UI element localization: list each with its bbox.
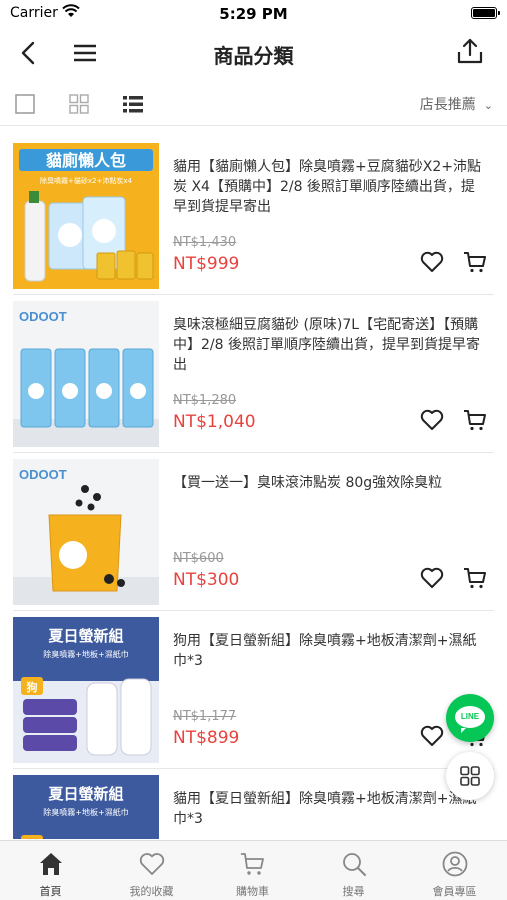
product-name[interactable]: 貓用【夏日螢新組】除臭噴霧+地板清潔劑+濕紙巾*3 [173, 789, 488, 829]
line-label: LINE [460, 712, 480, 721]
sale-price: NT$1,040 [173, 412, 256, 432]
image-tag: 狗 [27, 680, 38, 694]
tab-label: 會員專區 [432, 885, 477, 898]
quick-menu-button[interactable] [446, 752, 494, 800]
battery-icon [471, 7, 500, 19]
grid-view-icon[interactable] [68, 93, 90, 115]
cart-icon[interactable] [462, 407, 488, 433]
product-image[interactable]: 夏日螢新組 除臭噴霧+地板+濕紙巾 狗 [13, 617, 159, 763]
tab-favorites[interactable]: 我的收藏 [101, 841, 202, 900]
image-brand: ODOOT [19, 309, 67, 324]
tab-label: 我的收藏 [129, 885, 174, 898]
tab-label: 購物車 [236, 885, 269, 898]
original-price: NT$1,280 [173, 393, 237, 408]
page-title: 商品分類 [213, 44, 294, 68]
image-subtitle: 除臭噴霧+地板+濕紙巾 [43, 649, 128, 659]
sale-price: NT$999 [173, 254, 240, 274]
user-icon [442, 851, 468, 877]
heart-icon[interactable] [419, 249, 445, 275]
product-image[interactable]: 夏日螢新組 除臭噴霧+地板+濕紙巾 貓 [13, 775, 159, 839]
cart-icon[interactable] [462, 249, 488, 275]
bottom-tab-bar: 首頁 我的收藏 購物車 搜尋 會員專區 [0, 840, 507, 900]
sale-price: NT$300 [173, 570, 240, 590]
product-name[interactable]: 狗用【夏日螢新組】除臭噴霧+地板清潔劑+濕紙巾*3 [173, 631, 488, 671]
list-view-icon[interactable] [122, 93, 144, 115]
cart-icon[interactable] [462, 565, 488, 591]
sale-price: NT$899 [173, 728, 240, 748]
cart-icon [241, 853, 264, 875]
product-name[interactable]: 貓用【貓廁懶人包】除臭噴霧+豆腐貓砂X2+沛點炭 X4【預購中】2/8 後照訂單… [173, 157, 488, 217]
search-icon [343, 853, 366, 876]
image-title: 夏日螢新組 [47, 627, 123, 645]
product-item[interactable]: 貓廁懶人包 除臭噴霧+貓砂x2+沛點炭x4 貓用【貓廁懶人包】除臭噴霧+豆腐貓砂… [0, 127, 507, 295]
home-icon [40, 853, 62, 875]
sort-label: 店長推薦 [419, 97, 476, 113]
tab-member[interactable]: 會員專區 [404, 841, 505, 900]
status-bar: Carrier 5:29 PM [0, 0, 507, 28]
product-item[interactable]: ODOOT 臭味滾極細豆腐貓砂 (原味)7L【宅配寄送】【預購中】2/8 後照訂… [0, 285, 507, 453]
heart-icon[interactable] [419, 565, 445, 591]
original-price: NT$600 [173, 551, 224, 566]
image-subtitle: 除臭噴霧+貓砂x2+沛點炭x4 [40, 176, 132, 185]
share-icon[interactable] [455, 36, 485, 66]
tab-label: 搜尋 [342, 885, 365, 898]
tab-search[interactable]: 搜尋 [303, 841, 404, 900]
status-time: 5:29 PM [219, 5, 288, 23]
image-brand: ODOOT [19, 467, 67, 482]
product-item[interactable]: 夏日螢新組 除臭噴霧+地板+濕紙巾 狗 狗用【夏日螢新組】除臭噴霧+地板清潔劑+… [0, 601, 507, 769]
heart-icon[interactable] [419, 407, 445, 433]
view-toolbar: 店長推薦 ⌄ [0, 82, 507, 126]
product-image[interactable]: ODOOT [13, 301, 159, 447]
chevron-down-icon: ⌄ [483, 99, 493, 112]
grid-icon [460, 766, 480, 786]
line-chat-button[interactable]: LINE [446, 694, 494, 742]
heart-icon[interactable] [419, 723, 445, 749]
heart-icon [139, 853, 165, 875]
image-title: 貓廁懶人包 [46, 151, 126, 170]
product-name[interactable]: 臭味滾極細豆腐貓砂 (原味)7L【宅配寄送】【預購中】2/8 後照訂單順序陸續出… [173, 315, 488, 375]
product-image[interactable]: 貓廁懶人包 除臭噴霧+貓砂x2+沛點炭x4 [13, 143, 159, 289]
product-name[interactable]: 【買一送一】臭味滾沛點炭 80g強效除臭粒 [173, 473, 488, 493]
nav-bar: 商品分類 [0, 28, 507, 78]
tab-label: 首頁 [39, 885, 62, 898]
product-item[interactable]: 夏日螢新組 除臭噴霧+地板+濕紙巾 貓 貓用【夏日螢新組】除臭噴霧+地板清潔劑+… [0, 759, 507, 839]
image-tag: 貓 [27, 838, 38, 839]
tab-home[interactable]: 首頁 [0, 841, 101, 900]
tab-cart[interactable]: 購物車 [202, 841, 303, 900]
sort-dropdown[interactable]: 店長推薦 ⌄ [420, 94, 493, 114]
image-subtitle: 除臭噴霧+地板+濕紙巾 [43, 807, 128, 817]
product-list: 貓廁懶人包 除臭噴霧+貓砂x2+沛點炭x4 貓用【貓廁懶人包】除臭噴霧+豆腐貓砂… [0, 127, 507, 839]
single-view-icon[interactable] [14, 93, 36, 115]
product-item[interactable]: ODOOT 【買一送一】臭味滾沛點炭 80g強效除臭粒 NT$600 NT$30… [0, 443, 507, 611]
original-price: NT$1,177 [173, 709, 237, 724]
original-price: NT$1,430 [173, 235, 237, 250]
image-title: 夏日螢新組 [47, 785, 123, 803]
product-image[interactable]: ODOOT [13, 459, 159, 605]
